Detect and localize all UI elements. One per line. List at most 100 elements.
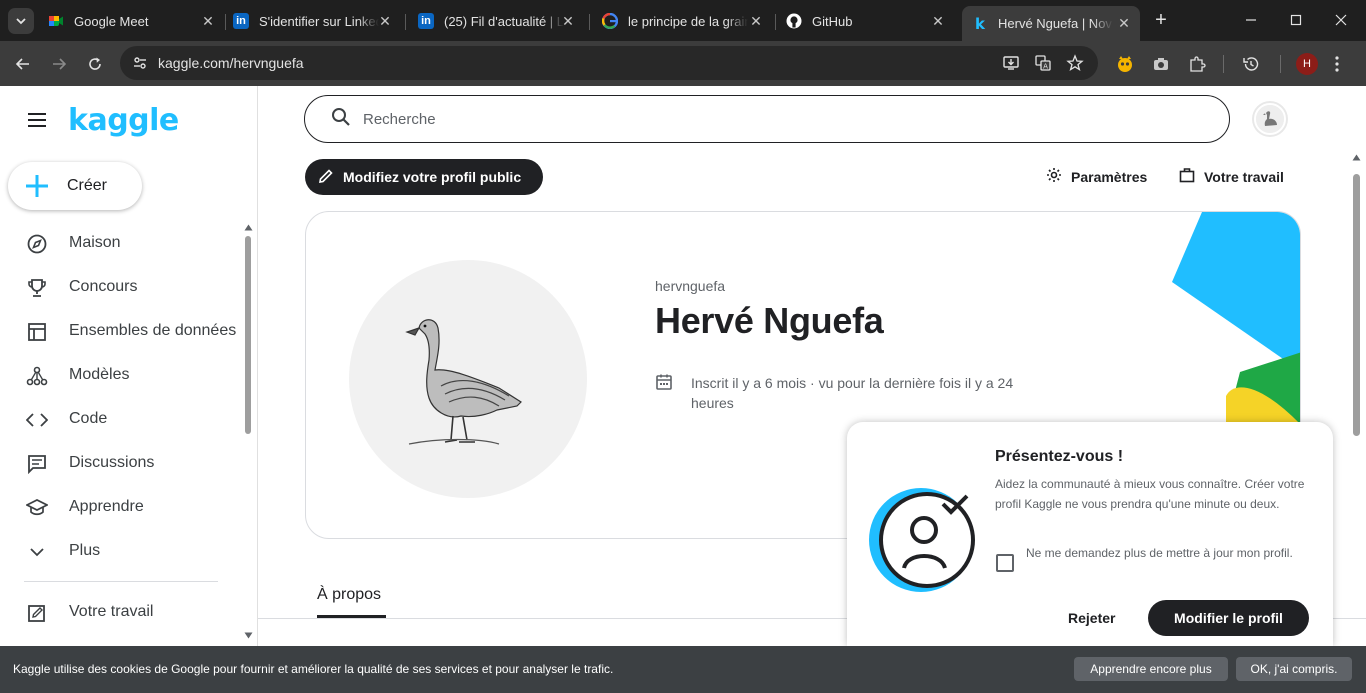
close-tab-icon[interactable]: ✕ bbox=[375, 8, 395, 34]
browser-tab[interactable]: in S'identifier sur LinkedIn ✕ bbox=[233, 8, 395, 34]
sidebar-item-label: Maison bbox=[69, 234, 121, 251]
pencil-icon bbox=[318, 168, 334, 187]
search-input[interactable]: Recherche bbox=[304, 95, 1230, 143]
kaggle-logo[interactable]: kaggle bbox=[68, 103, 179, 138]
reject-button[interactable]: Rejeter bbox=[1068, 610, 1115, 626]
introduce-yourself-dialog: Présentez-vous ! Aidez la communauté à m… bbox=[847, 422, 1333, 646]
learn-more-button[interactable]: Apprendre encore plus bbox=[1074, 657, 1228, 681]
screenshot-extension-icon[interactable] bbox=[1150, 53, 1172, 75]
browser-toolbar: kaggle.com/hervnguefa A H bbox=[0, 41, 1366, 86]
scrollbar-thumb[interactable] bbox=[245, 236, 251, 434]
close-tab-icon[interactable]: ✕ bbox=[928, 8, 948, 34]
linkedin-icon: in bbox=[233, 13, 249, 29]
scroll-up-arrow-icon[interactable] bbox=[1352, 154, 1361, 161]
your-work-label: Votre travail bbox=[1204, 168, 1284, 185]
profile-fullname: Hervé Nguefa bbox=[655, 300, 884, 341]
sidebar-item-models[interactable]: Modèles bbox=[0, 355, 250, 395]
browser-tab[interactable]: Google Meet ✕ bbox=[48, 8, 218, 34]
sidebar-item-label: Code bbox=[69, 410, 108, 427]
close-tab-icon[interactable]: ✕ bbox=[558, 8, 578, 34]
bookmark-star-icon[interactable] bbox=[1064, 52, 1086, 74]
profile-check-illustration bbox=[869, 488, 975, 592]
maximize-button[interactable] bbox=[1273, 8, 1319, 32]
compass-icon bbox=[25, 232, 49, 256]
browser-tab-active[interactable]: k Hervé Nguefa | Novice ✕ bbox=[962, 6, 1140, 41]
table-icon bbox=[25, 320, 49, 344]
url-text[interactable]: kaggle.com/hervnguefa bbox=[158, 55, 304, 71]
tab-title: (25) Fil d'actualité | LinkedIn bbox=[444, 13, 564, 29]
browser-tab[interactable]: le principe de la graine ✕ bbox=[602, 8, 766, 34]
sidebar-item-your-work[interactable]: Votre travail bbox=[0, 592, 250, 632]
more-menu-icon[interactable] bbox=[1326, 53, 1348, 75]
settings-label: Paramètres bbox=[1071, 168, 1148, 185]
scrollbar-thumb[interactable] bbox=[1353, 174, 1360, 436]
install-app-icon[interactable] bbox=[1000, 52, 1022, 74]
close-tab-icon[interactable]: ✕ bbox=[746, 8, 766, 34]
sidebar-item-home[interactable]: Maison bbox=[0, 223, 250, 263]
sidebar-item-label: Votre travail bbox=[69, 603, 154, 620]
sidebar-divider bbox=[24, 581, 218, 582]
sidebar-item-code[interactable]: Code bbox=[0, 399, 250, 439]
menu-icon[interactable] bbox=[26, 112, 48, 133]
ok-button[interactable]: OK, j'ai compris. bbox=[1236, 657, 1352, 681]
address-bar[interactable]: kaggle.com/hervnguefa A bbox=[120, 46, 1098, 80]
search-placeholder: Recherche bbox=[363, 110, 436, 128]
browser-tab[interactable]: in (25) Fil d'actualité | LinkedIn ✕ bbox=[418, 8, 578, 34]
sidebar-item-discussions[interactable]: Discussions bbox=[0, 443, 250, 483]
sidebar-scrollbar[interactable] bbox=[243, 224, 254, 640]
kaggle-icon: k bbox=[975, 14, 985, 33]
scroll-down-arrow-icon[interactable] bbox=[244, 632, 253, 639]
create-label: Créer bbox=[67, 177, 108, 194]
google-icon bbox=[602, 13, 618, 29]
close-tab-icon[interactable]: ✕ bbox=[198, 8, 218, 34]
modify-profile-button[interactable]: Modifier le profil bbox=[1148, 600, 1309, 636]
reload-icon bbox=[89, 57, 101, 70]
back-button[interactable] bbox=[12, 53, 34, 75]
tab-search-button[interactable] bbox=[8, 8, 34, 34]
minimize-icon bbox=[1246, 19, 1256, 21]
profile-avatar[interactable]: H bbox=[1296, 53, 1318, 75]
extension-fox-icon[interactable] bbox=[1114, 53, 1136, 75]
browser-tab[interactable]: GitHub ✕ bbox=[786, 8, 948, 34]
sidebar-item-datasets[interactable]: Ensembles de données bbox=[0, 311, 250, 351]
tab-title: Hervé Nguefa | Novice bbox=[998, 16, 1113, 31]
history-icon[interactable] bbox=[1240, 53, 1262, 75]
decorative-shapes bbox=[1172, 212, 1300, 426]
reload-button[interactable] bbox=[84, 53, 106, 75]
site-info-icon[interactable] bbox=[132, 55, 148, 71]
close-icon bbox=[1335, 14, 1347, 26]
svg-text:A: A bbox=[1043, 63, 1048, 71]
close-tab-icon[interactable]: ✕ bbox=[1114, 10, 1134, 36]
close-window-button[interactable] bbox=[1318, 8, 1364, 32]
scroll-up-arrow-icon[interactable] bbox=[244, 224, 253, 231]
settings-link[interactable]: Paramètres bbox=[1046, 167, 1147, 186]
discussion-icon bbox=[25, 452, 49, 476]
search-icon bbox=[331, 107, 351, 132]
extensions-puzzle-icon[interactable] bbox=[1186, 53, 1208, 75]
gear-icon bbox=[1046, 167, 1062, 186]
translate-icon[interactable]: A bbox=[1032, 52, 1054, 74]
kaggle-sidebar: kaggle Créer Maison Concours Ensembles d… bbox=[0, 86, 258, 646]
sidebar-item-label: Concours bbox=[69, 278, 138, 295]
sidebar-item-learn[interactable]: Apprendre bbox=[0, 487, 250, 527]
new-tab-button[interactable]: + bbox=[1150, 8, 1172, 32]
user-avatar[interactable] bbox=[1254, 103, 1286, 135]
edit-public-profile-button[interactable]: Modifiez votre profil public bbox=[305, 159, 543, 195]
dont-ask-label[interactable]: Ne me demandez plus de mettre à jour mon… bbox=[1026, 543, 1316, 563]
forward-button[interactable] bbox=[48, 53, 70, 75]
toolbar-divider bbox=[1223, 55, 1224, 73]
github-icon bbox=[786, 13, 802, 29]
sidebar-item-more[interactable]: Plus bbox=[0, 531, 250, 571]
dont-ask-checkbox[interactable] bbox=[996, 554, 1014, 572]
create-button[interactable]: Créer bbox=[8, 162, 142, 210]
main-scrollbar[interactable] bbox=[1350, 154, 1364, 646]
tab-divider bbox=[405, 14, 406, 30]
minimize-button[interactable] bbox=[1228, 8, 1274, 32]
tab-about[interactable]: À propos bbox=[317, 586, 381, 604]
chevron-down-icon bbox=[25, 540, 49, 564]
your-work-link[interactable]: Votre travail bbox=[1179, 167, 1284, 186]
tab-title: GitHub bbox=[812, 13, 853, 29]
sidebar-item-competitions[interactable]: Concours bbox=[0, 267, 250, 307]
cookie-message: Kaggle utilise des cookies de Google pou… bbox=[13, 662, 614, 676]
code-icon bbox=[25, 408, 49, 432]
